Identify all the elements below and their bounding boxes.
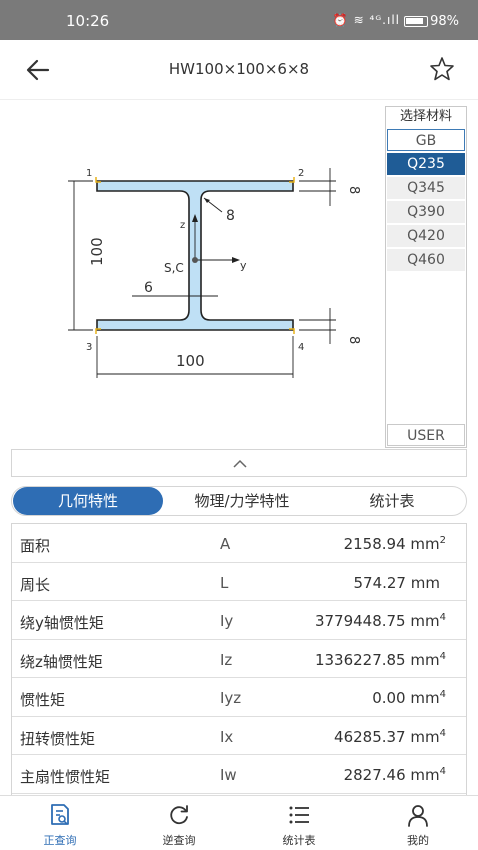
nav-label: 统计表 [282,834,316,847]
tab-geometry[interactable]: 几何特性 [13,487,163,515]
property-name: 绕z轴惯性矩 [20,652,103,671]
flange-thickness-top: 8 [346,186,361,194]
property-symbol: Iyz [220,689,242,707]
property-symbol: Iw [220,766,237,784]
fillet-radius-label: 8 [226,208,235,224]
list-icon [289,806,309,824]
material-panel: 选择材料 GB Q235 Q345 Q390 Q420 Q460 USER [385,106,467,448]
material-standard-gb[interactable]: GB [387,129,465,151]
battery-icon [404,16,428,27]
property-name: 绕y轴惯性矩 [20,614,104,632]
signal-icon: ⁴ᴳ.ıll [369,13,400,27]
material-panel-title: 选择材料 [399,109,452,124]
top-flange-dimension [299,168,336,206]
user-icon [408,805,428,827]
nav-forward-query[interactable]: 正查询 [20,802,100,848]
point-marker-2 [289,177,295,183]
point-label-3: 3 [86,342,92,353]
tab-bar: 几何特性 物理/力学特性 统计表 [11,486,467,516]
status-time: 10:26 [66,12,110,30]
properties-table: 面积 A 2158.94 mm2 周长 L 574.27 mm 绕y轴惯性矩 I… [11,523,467,795]
height-label: 100 [88,237,106,266]
tab-mechanics[interactable]: 物理/力学特性 [167,487,317,515]
property-symbol: Iz [220,650,233,669]
table-row: 周长 L 574.27 mm [12,563,466,601]
property-name: 扭转惯性矩 [20,729,96,748]
point-label-4: 4 [298,342,304,353]
nav-label: 正查询 [43,834,77,847]
property-symbol: Iy [220,612,234,630]
material-item-q345[interactable]: Q345 [387,177,465,199]
centroid-point [192,257,198,263]
bottom-flange-dimension [299,308,336,344]
z-axis-label: z [180,220,185,231]
property-symbol: Ix [220,727,234,746]
document-search-icon [51,804,69,825]
point-marker-1 [95,177,101,183]
point-marker-4 [289,328,295,334]
app-bar: HW100×100×6×8 [0,40,478,100]
nav-label: 逆查询 [162,834,196,847]
y-axis-arrow [232,257,240,263]
property-value: 2827.46 mm4 [343,766,446,784]
point-label-1: 1 [86,168,92,179]
property-value: 46285.37 mm4 [334,727,446,746]
page-title: HW100×100×6×8 [168,60,310,78]
status-bar: 10:26 ⏰ ≋ ⁴ᴳ.ıll 98% [0,0,478,40]
property-value: 3779448.75 mm4 [314,612,446,630]
width-label: 100 [176,352,205,370]
material-item-q460[interactable]: Q460 [387,249,465,271]
property-name: 主扇性惯性矩 [20,768,111,786]
point-label-2: 2 [298,168,304,179]
table-row: 惯性矩 Iyz 0.00 mm4 [12,678,466,717]
table-row: 扭转惯性矩 Ix 46285.37 mm4 [12,717,466,755]
nav-label: 我的 [407,834,429,847]
property-value: 1336227.85 mm4 [314,650,446,669]
tab-statistics[interactable]: 统计表 [317,487,467,515]
table-row: 绕y轴惯性矩 Iy 3779448.75 mm4 [12,601,466,640]
table-row: 面积 A 2158.94 mm2 [12,524,466,563]
material-item-q235[interactable]: Q235 [387,153,465,175]
material-item-q420[interactable]: Q420 [387,225,465,247]
flange-thickness-bottom: 8 [346,336,361,344]
table-row: 绕z轴惯性矩 Iz 1336227.85 mm4 [12,640,466,678]
property-name: 惯性矩 [20,691,66,709]
refresh-icon [170,805,188,825]
property-symbol: L [220,573,229,592]
table-row: 主扇性惯性矩 Iw 2827.46 mm4 [12,755,466,794]
chevron-up-icon [233,459,247,468]
web-thickness-label: 6 [144,280,153,296]
nav-reverse-query[interactable]: 逆查询 [139,802,219,848]
section-diagram: 1 2 3 4 8 8 8 z y S,C 6 100 100 [68,168,361,378]
material-user-button[interactable]: USER [387,424,465,446]
nav-profile[interactable]: 我的 [378,802,458,848]
status-signal-icons: ⏰ ≋ ⁴ᴳ.ıll [332,13,400,27]
property-symbol: A [220,535,231,553]
nav-statistics[interactable]: 统计表 [259,802,339,848]
material-item-q390[interactable]: Q390 [387,201,465,223]
y-axis-label: y [240,259,247,272]
point-marker-3 [95,328,101,334]
centroid-label: S,C [164,261,184,275]
collapse-toggle[interactable] [11,449,467,477]
property-name: 周长 [20,575,51,594]
property-value: 0.00 mm4 [372,689,446,707]
property-value: 574.27 mm [353,573,440,592]
property-value: 2158.94 mm2 [343,535,446,553]
battery-percent: 98% [430,14,459,29]
property-name: 面积 [20,537,51,555]
star-icon[interactable] [428,55,456,83]
bottom-nav: 正查询 逆查询 统计表 我的 [0,795,478,850]
